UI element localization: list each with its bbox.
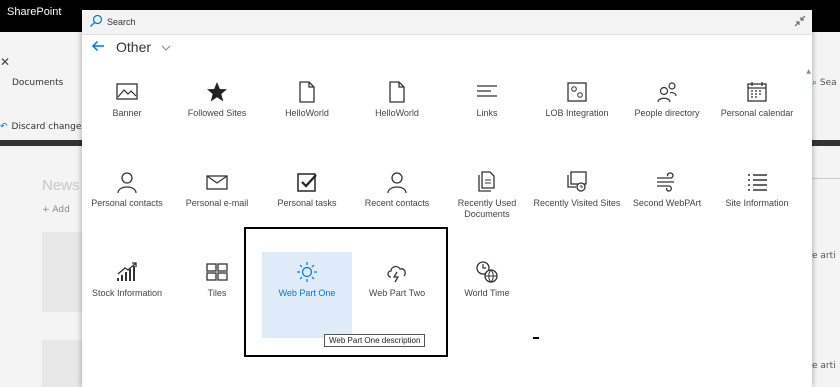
webpart-tile-second-webpart[interactable]: Second WebPArt (622, 162, 712, 248)
tiles-icon (206, 263, 228, 281)
calendar-icon (747, 82, 767, 102)
webpart-tile-personal-calendar[interactable]: Personal calendar (712, 72, 802, 158)
article-text-fragment: e arti (812, 361, 836, 371)
search-fragment: ⌕ Sea (812, 78, 837, 88)
toolbox-search-bar (82, 10, 812, 35)
page-icon (389, 81, 405, 103)
webpart-tile-personal-tasks[interactable]: Personal tasks (262, 162, 352, 248)
add-news-button[interactable]: + Add (42, 205, 70, 215)
toolbox-search-input[interactable] (107, 13, 757, 30)
webpart-tile-recently-visited-sites[interactable]: Recently Visited Sites (532, 162, 622, 248)
page-icon (299, 81, 315, 103)
webpart-tile-recently-used-documents[interactable]: Recently Used Documents (442, 162, 532, 248)
cursor-mark (533, 337, 539, 339)
tooltip: Web Part One description (324, 334, 426, 347)
tile-label: Personal calendar (720, 108, 794, 118)
webpart-tile-helloworld[interactable]: HelloWorld (352, 72, 442, 158)
tile-label: HelloWorld (285, 108, 329, 118)
tile-label: Personal tasks (277, 198, 337, 208)
links-icon (477, 85, 497, 97)
banner-icon (116, 83, 138, 100)
webpart-tile-tiles[interactable]: Tiles (172, 252, 262, 338)
tile-label: Banner (112, 108, 142, 118)
tile-label: World Time (464, 288, 510, 298)
checkbox-icon (297, 173, 317, 192)
webpart-tile-lob-integration[interactable]: LOB Integration (532, 72, 622, 158)
tile-label: Personal e-mail (185, 198, 249, 208)
webpart-tile-world-time[interactable]: World Time (442, 252, 532, 338)
lob-integration-icon (567, 82, 587, 102)
star-icon (207, 82, 227, 102)
back-arrow-icon[interactable] (91, 39, 105, 53)
tile-label: Second WebPArt (632, 198, 702, 208)
tile-label: HelloWorld (375, 108, 419, 118)
tile-label: Recently Visited Sites (533, 198, 621, 208)
tile-label: LOB Integration (545, 108, 609, 118)
discard-icon: ↶ (0, 122, 8, 132)
tile-label: Recent contacts (364, 198, 430, 208)
webpart-tile-recent-contacts[interactable]: Recent contacts (352, 162, 442, 248)
search-icon: ⌕ (812, 78, 818, 88)
webpart-tile-web-part-two[interactable]: Web Part Two (352, 252, 442, 338)
discard-changes-button[interactable]: ↶ Discard changes (0, 122, 86, 132)
webpart-tile-followed-sites[interactable]: Followed Sites (172, 72, 262, 158)
collapse-icon[interactable] (794, 15, 806, 27)
discard-label: Discard changes (11, 122, 87, 132)
search-icon (90, 14, 103, 27)
divider (812, 178, 840, 179)
article-text-fragment: e arti (812, 251, 836, 261)
tile-label: Stock Information (91, 288, 163, 298)
webpart-tile-personal-contacts[interactable]: Personal contacts (82, 162, 172, 248)
webpart-tile-personal-email[interactable]: Personal e-mail (172, 162, 262, 248)
documents-icon (478, 171, 495, 192)
wind-icon (657, 172, 674, 192)
tile-label: Web Part One (278, 288, 336, 298)
webpart-tile-site-information[interactable]: Site Information (712, 162, 802, 248)
webpart-tile-links[interactable]: Links (442, 72, 532, 158)
sun-icon (297, 262, 317, 282)
tile-label: Web Part Two (368, 288, 426, 298)
tile-label: Recently Used Documents (457, 198, 517, 219)
tile-label: Personal contacts (91, 198, 163, 208)
webpart-tile-web-part-one[interactable]: Web Part One (262, 252, 352, 338)
app-brand[interactable]: SharePoint (7, 6, 61, 18)
tile-label: Tiles (207, 288, 227, 298)
webpart-tile-helloworld[interactable]: HelloWorld (262, 72, 352, 158)
webpart-tile-stock-information[interactable]: Stock Information (82, 252, 172, 338)
storm-cloud-icon (387, 265, 406, 283)
world-time-icon (476, 261, 498, 283)
scrollbar[interactable] (805, 66, 812, 387)
webpart-tile-banner[interactable]: Banner (82, 72, 172, 158)
webpart-toolbox: Other ▲ Banner Followed Sites HelloWorld… (82, 10, 812, 387)
category-dropdown[interactable]: Other (116, 39, 151, 55)
chevron-down-icon[interactable] (161, 44, 171, 52)
news-card (42, 340, 82, 387)
nav-documents[interactable]: Documents (12, 78, 63, 88)
news-card (42, 232, 82, 312)
stock-chart-icon (117, 262, 137, 281)
list-icon (748, 174, 767, 191)
tile-label: Links (476, 108, 498, 118)
visited-sites-icon (567, 171, 587, 192)
tile-label: People directory (634, 108, 700, 118)
person-icon (387, 172, 407, 194)
tile-label: Followed Sites (187, 108, 247, 118)
mail-icon (206, 175, 228, 190)
webpart-tile-people-directory[interactable]: People directory (622, 72, 712, 158)
person-icon (117, 172, 137, 194)
people-directory-icon (657, 82, 677, 103)
close-icon[interactable]: ✕ (0, 55, 10, 69)
tile-label: Site Information (725, 198, 789, 208)
news-title: News (42, 177, 80, 194)
